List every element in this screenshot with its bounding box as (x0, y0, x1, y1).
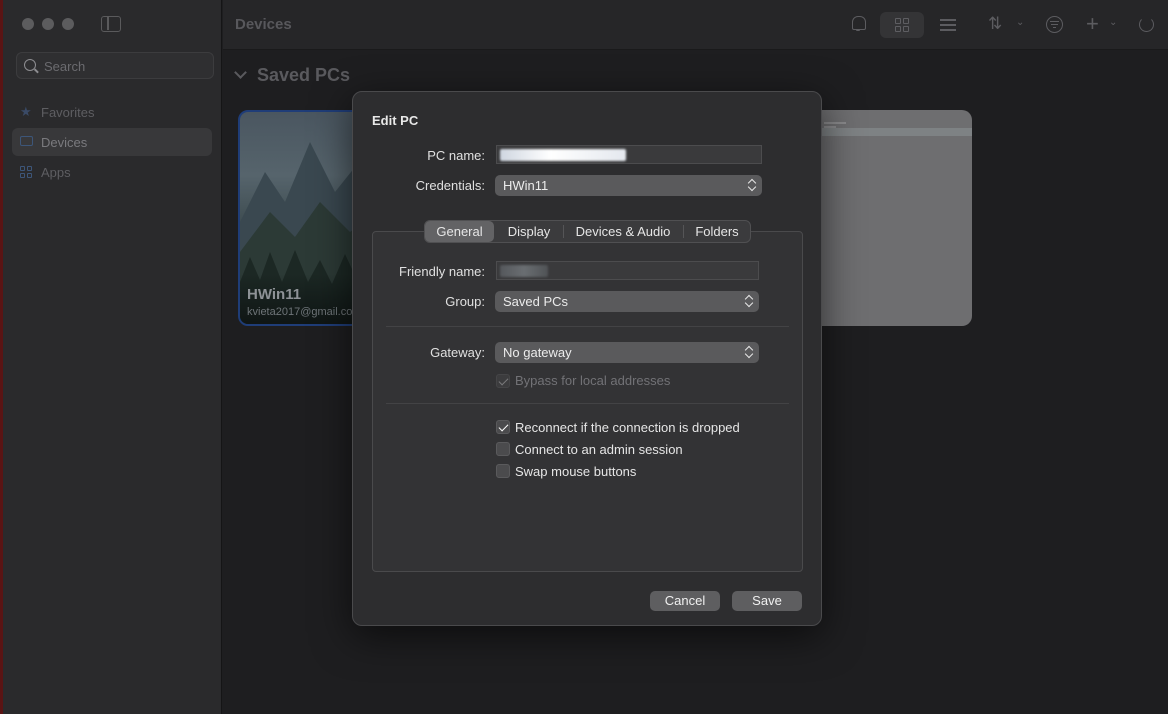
toolbar (223, 0, 1168, 50)
refresh-icon[interactable] (1139, 17, 1154, 32)
grid-icon (20, 166, 32, 178)
friendly-name-label: Friendly name: (399, 264, 485, 279)
chevron-down-icon[interactable]: ⌄ (1109, 17, 1117, 28)
star-icon: ★ (20, 104, 32, 119)
friendly-name-field[interactable] (496, 261, 759, 280)
monitor-icon (20, 136, 33, 146)
sidebar-item-label: Devices (41, 135, 88, 150)
filter-icon[interactable] (1046, 16, 1063, 33)
chevron-updown-icon (745, 294, 753, 308)
group-label: Group: (445, 294, 485, 309)
group-popup[interactable]: Saved PCs (495, 291, 759, 312)
sidebar: Search ★ Favorites Devices Apps (3, 0, 222, 714)
sidebar-item-devices[interactable]: Devices (12, 128, 212, 156)
grid-view-button[interactable] (880, 12, 924, 38)
bell-icon[interactable] (851, 16, 866, 31)
credentials-popup[interactable]: HWin11 (495, 175, 762, 196)
pc-card[interactable]: HWin11 kvieta2017@gmail.com (238, 110, 368, 326)
bypass-label: Bypass for local addresses (515, 373, 671, 388)
save-button[interactable]: Save (732, 591, 802, 611)
redacted-text (500, 265, 548, 277)
tab-panel (372, 231, 803, 572)
section-title: Saved PCs (257, 65, 351, 85)
chevron-updown-icon (748, 178, 756, 192)
dialog-title: Edit PC (372, 113, 419, 128)
cancel-button[interactable]: Cancel (650, 591, 720, 611)
sidebar-item-label: Favorites (41, 105, 95, 120)
search-placeholder: Search (44, 59, 86, 74)
chevron-updown-icon (745, 345, 753, 359)
close-window-button[interactable] (22, 18, 34, 30)
reconnect-label[interactable]: Reconnect if the connection is dropped (515, 420, 740, 435)
tab-general[interactable]: General (425, 221, 494, 242)
search-icon (24, 59, 36, 71)
gateway-label: Gateway: (430, 345, 485, 360)
admin-session-label[interactable]: Connect to an admin session (515, 442, 683, 457)
swap-mouse-label[interactable]: Swap mouse buttons (515, 464, 636, 479)
pc-card-preview[interactable] (810, 110, 972, 326)
swap-mouse-checkbox[interactable] (496, 464, 510, 478)
sidebar-item-label: Apps (41, 165, 71, 180)
sort-icon[interactable]: ⇅ (988, 14, 1002, 34)
gateway-popup[interactable]: No gateway (495, 342, 759, 363)
tab-bar: General Display Devices & Audio Folders (424, 220, 751, 243)
reconnect-checkbox[interactable] (496, 420, 510, 434)
tab-display[interactable]: Display (496, 221, 562, 242)
credentials-label: Credentials: (415, 178, 485, 193)
sidebar-item-apps[interactable]: Apps (12, 158, 212, 186)
zoom-window-button[interactable] (62, 18, 74, 30)
tab-folders[interactable]: Folders (684, 221, 750, 242)
bypass-checkbox (496, 374, 510, 388)
list-view-icon[interactable] (940, 19, 956, 31)
page-title: Devices (235, 16, 292, 33)
chevron-down-icon[interactable]: ⌄ (1016, 17, 1024, 28)
edit-pc-dialog: Edit PC PC name: Credentials: HWin11 Gen… (352, 91, 822, 626)
divider (386, 326, 789, 327)
search-field[interactable]: Search (16, 52, 214, 79)
card-title: HWin11 (247, 286, 302, 303)
sidebar-item-favorites[interactable]: ★ Favorites (12, 98, 212, 126)
grid-view-icon (895, 18, 909, 32)
gateway-value: No gateway (503, 345, 572, 360)
tab-devices-audio[interactable]: Devices & Audio (564, 221, 682, 242)
group-value: Saved PCs (503, 294, 569, 309)
card-subtitle: kvieta2017@gmail.com (247, 306, 362, 318)
redacted-text (500, 149, 626, 161)
pc-name-field[interactable] (496, 145, 762, 164)
sidebar-toggle-icon[interactable] (101, 16, 121, 32)
pc-name-label: PC name: (427, 148, 485, 163)
credentials-value: HWin11 (503, 178, 549, 193)
minimize-window-button[interactable] (42, 18, 54, 30)
plus-icon[interactable]: + (1086, 11, 1099, 37)
divider (386, 403, 789, 404)
admin-session-checkbox[interactable] (496, 442, 510, 456)
